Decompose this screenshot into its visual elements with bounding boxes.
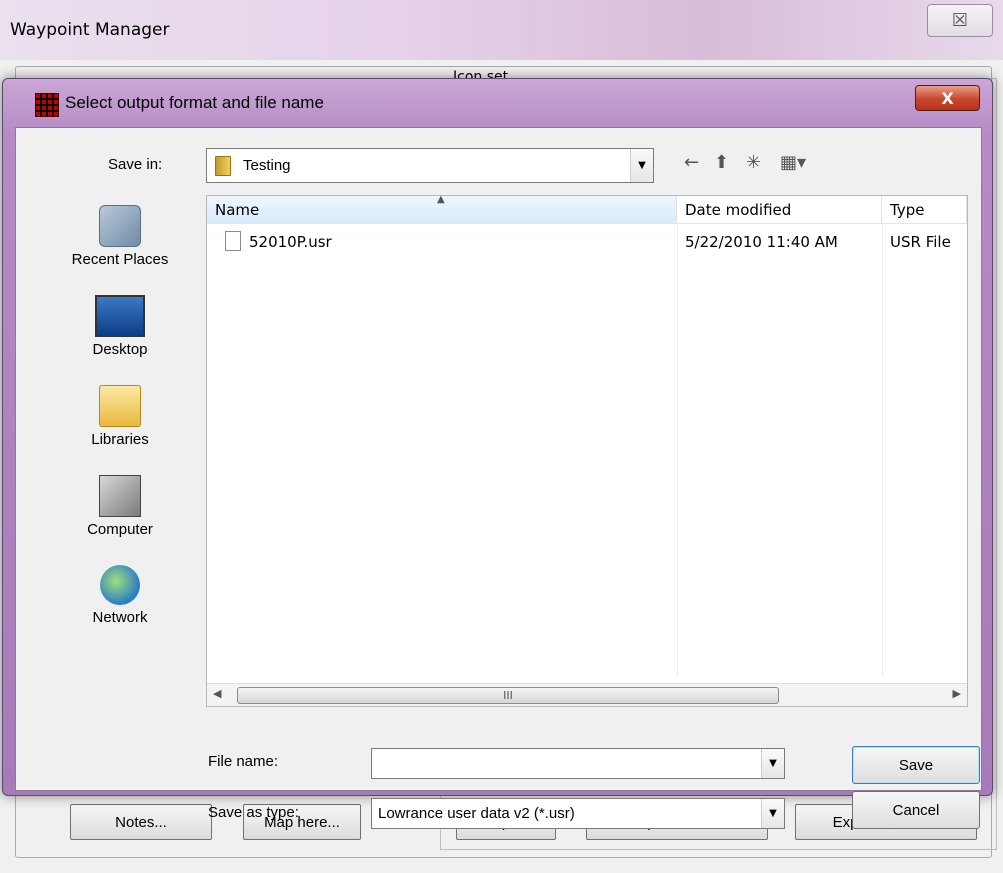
save-as-type-label: Save as type: (208, 804, 299, 821)
place-label: Computer (87, 521, 153, 538)
sort-ascending-icon: ▲ (437, 194, 445, 205)
place-label: Desktop (92, 341, 148, 358)
place-recent-places[interactable]: Recent Places (36, 205, 204, 268)
dialog-title: Select output format and file name (65, 93, 324, 112)
up-folder-icon[interactable]: ⬆ (714, 152, 729, 173)
file-name-cell: 52010P.usr (249, 233, 332, 251)
save-as-type-value: Lowrance user data v2 (*.usr) (378, 805, 575, 822)
place-desktop[interactable]: Desktop (36, 295, 204, 358)
save-button[interactable]: Save (852, 746, 980, 784)
file-icon (225, 231, 241, 251)
desktop-icon (95, 295, 145, 337)
column-header-type[interactable]: Type (882, 196, 967, 224)
save-as-type-dropdown[interactable]: Lowrance user data v2 (*.usr) ▼ (371, 798, 785, 829)
place-label: Recent Places (71, 251, 169, 268)
file-name-input[interactable] (376, 753, 760, 775)
places-bar: Recent Places Desktop Libraries Computer… (36, 195, 204, 690)
views-menu-icon[interactable]: ▦▾ (780, 152, 806, 173)
save-in-value: Testing (243, 157, 291, 174)
recent-places-icon (99, 205, 141, 247)
save-in-label: Save in: (108, 156, 163, 173)
place-network[interactable]: Network (36, 565, 204, 626)
app-icon (35, 93, 59, 117)
folder-icon (215, 156, 231, 176)
save-dialog: Select output format and file name X Sav… (2, 78, 993, 829)
column-header-date[interactable]: Date modified (677, 196, 882, 224)
parent-close-button[interactable]: ☒ (927, 4, 993, 37)
chevron-down-icon[interactable]: ▼ (761, 799, 784, 828)
scroll-left-icon[interactable]: ◀ (213, 687, 221, 700)
column-divider (677, 224, 678, 676)
scroll-thumb[interactable]: III (237, 687, 779, 704)
place-libraries[interactable]: Libraries (36, 385, 204, 448)
computer-icon (99, 475, 141, 517)
libraries-icon (99, 385, 141, 427)
chevron-down-icon[interactable]: ▼ (761, 749, 784, 778)
horizontal-scrollbar[interactable]: ◀ III ▶ (207, 683, 967, 706)
cancel-button[interactable]: Cancel (852, 791, 980, 829)
file-name-field[interactable]: ▼ (371, 748, 785, 779)
scroll-right-icon[interactable]: ▶ (953, 687, 961, 700)
parent-titlebar: Waypoint Manager ☒ (0, 0, 1003, 60)
column-header-name[interactable]: Name ▲ (207, 194, 677, 224)
place-label: Libraries (91, 431, 149, 448)
column-name-label: Name (215, 200, 260, 219)
parent-window-title: Waypoint Manager (10, 20, 170, 40)
network-icon (100, 565, 140, 605)
file-date-cell: 5/22/2010 11:40 AM (685, 233, 838, 251)
file-list[interactable]: Name ▲ Date modified Type 52010P.usr 5/2… (206, 194, 968, 707)
chevron-down-icon[interactable]: ▼ (630, 149, 653, 182)
file-row[interactable]: 52010P.usr 5/22/2010 11:40 AM USR File (207, 226, 967, 256)
back-icon[interactable]: ← (684, 152, 699, 173)
column-divider (882, 224, 883, 676)
file-name-label: File name: (208, 753, 279, 770)
new-folder-icon[interactable]: ✳ (746, 152, 761, 173)
file-type-cell: USR File (890, 233, 951, 251)
place-label: Network (92, 609, 148, 626)
save-in-dropdown[interactable]: Testing ▼ (206, 148, 654, 183)
place-computer[interactable]: Computer (36, 475, 204, 538)
notes-button[interactable]: Notes... (70, 804, 212, 840)
dialog-close-button[interactable]: X (915, 85, 980, 111)
dialog-body: Save in: Testing ▼ ← ⬆ ✳ ▦▾ Recent Place… (15, 127, 982, 829)
